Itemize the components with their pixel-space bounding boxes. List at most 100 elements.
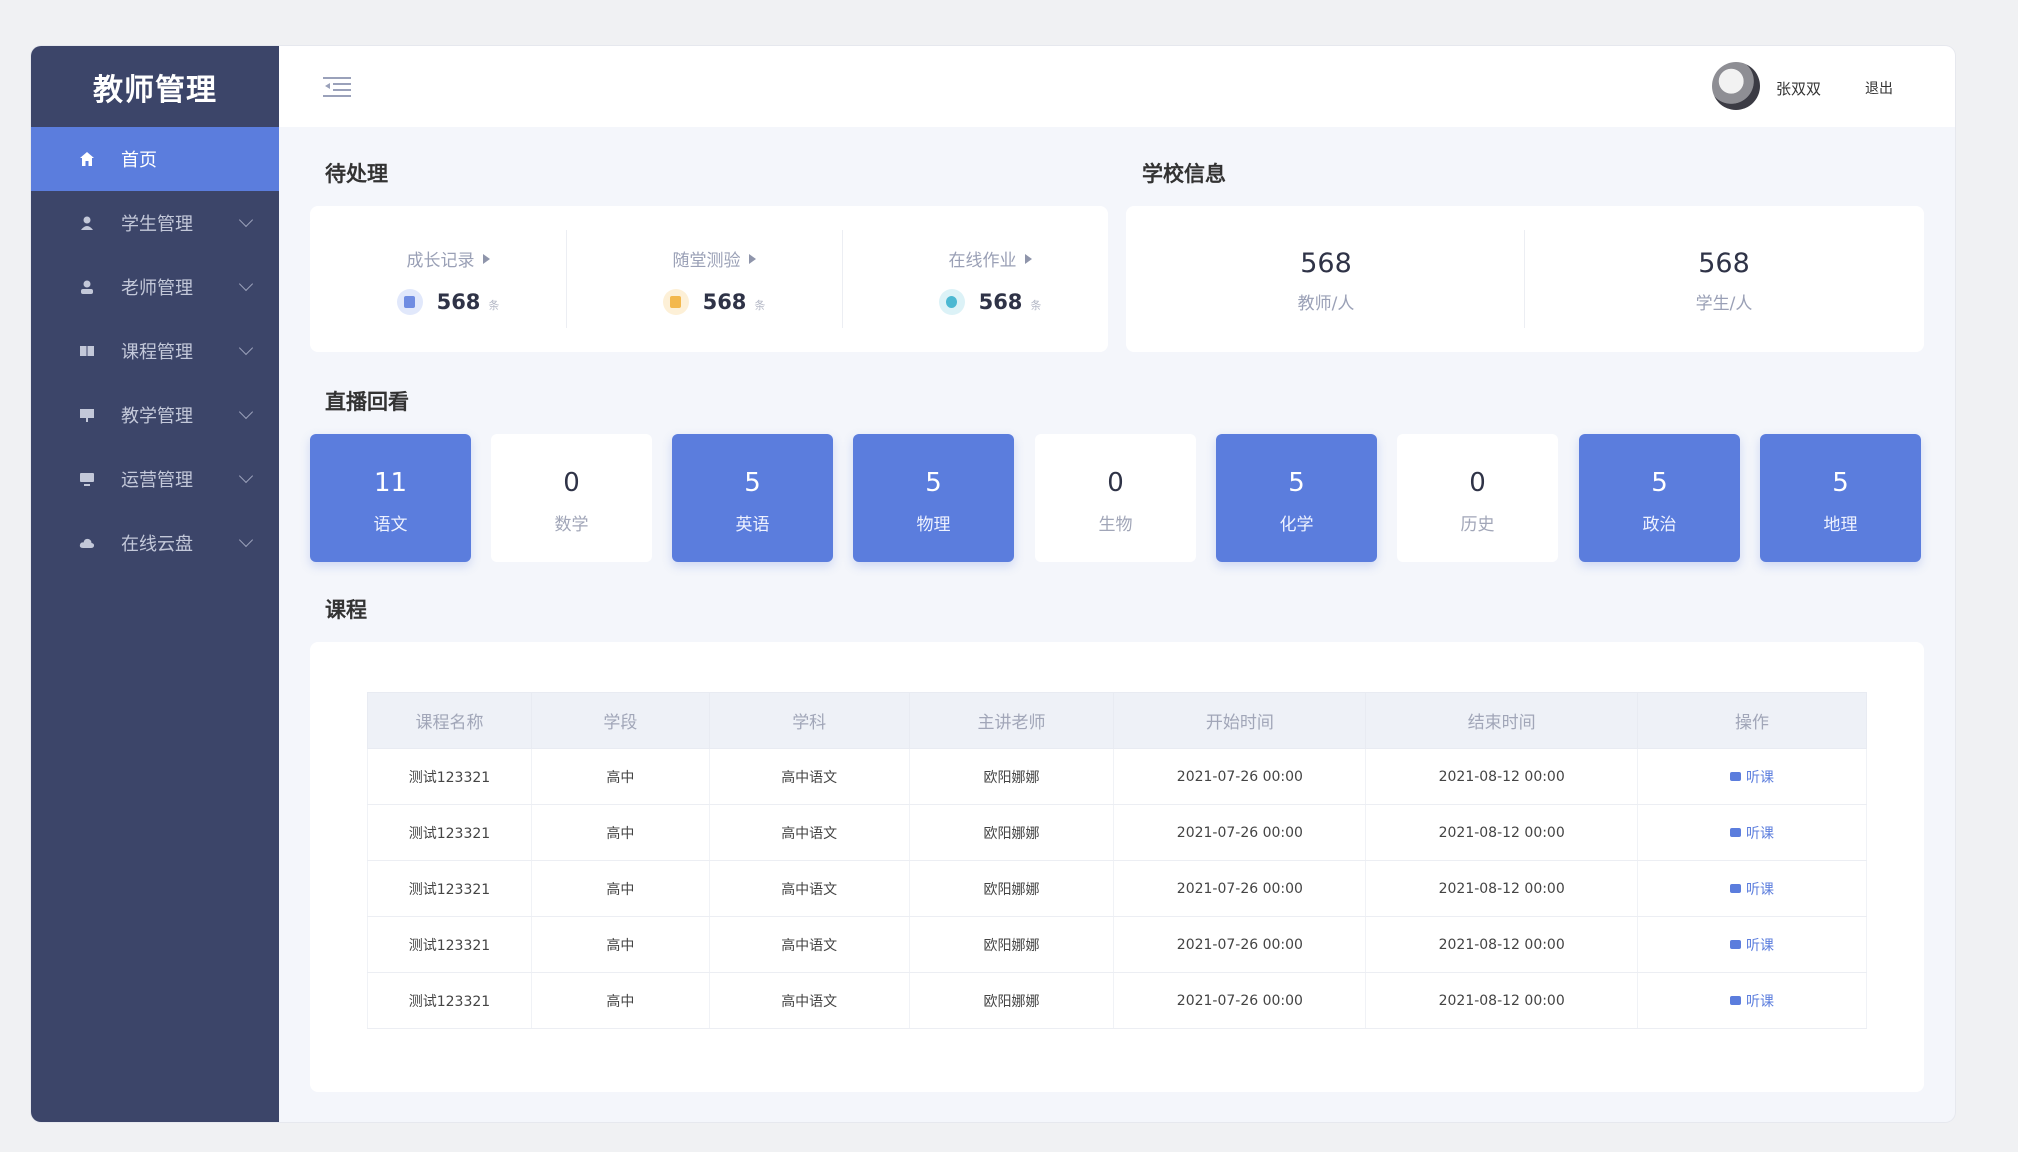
subject-label: 化学 — [1279, 515, 1314, 535]
record-icon — [396, 289, 423, 315]
pending-card: 成长记录 568 条 随堂测验 568 条 在线作业 568 条 — [310, 206, 1108, 352]
pending-label: 成长记录 — [406, 251, 475, 271]
table-cell: 高中 — [530, 972, 710, 1029]
sidebar-item-teaching[interactable]: 教学管理 — [31, 383, 279, 447]
subject-tile-english[interactable]: 5 英语 — [672, 434, 833, 562]
chevron-down-icon — [238, 212, 254, 228]
home-icon — [79, 151, 95, 167]
camera-icon — [1730, 884, 1742, 893]
table-cell: 欧阳娜娜 — [908, 804, 1115, 861]
subject-label: 英语 — [735, 515, 770, 535]
listen-button[interactable]: 听课 — [1730, 991, 1774, 1011]
table-cell: 2021-08-12 00:00 — [1365, 748, 1639, 805]
homework-icon — [938, 289, 965, 315]
pending-title: 待处理 — [325, 162, 388, 186]
app-title: 教师管理 — [93, 72, 217, 108]
subject-tile-chinese[interactable]: 11 语文 — [310, 434, 471, 562]
subject-tile-history[interactable]: 0 历史 — [1397, 434, 1558, 562]
app-window: 教师管理 首页 学生管理 老师管理 课程管理 教学管理 运营管理 在线云盘 张双… — [31, 46, 1955, 1122]
sidebar-item-label: 老师管理 — [121, 278, 193, 299]
sidebar-item-courses[interactable]: 课程管理 — [31, 319, 279, 383]
username[interactable]: 张双双 — [1776, 78, 1821, 99]
camera-icon — [1730, 996, 1742, 1005]
table-cell: 2021-08-12 00:00 — [1365, 804, 1639, 861]
table-cell: 听课 — [1637, 804, 1867, 861]
subject-count: 0 — [563, 468, 580, 498]
table-row: 测试123321 高中 高中语文 欧阳娜娜 2021-07-26 00:00 2… — [367, 804, 1867, 861]
listen-label: 听课 — [1746, 881, 1775, 898]
subject-label: 历史 — [1460, 515, 1495, 535]
table-cell: 欧阳娜娜 — [908, 748, 1115, 805]
table-header-row: 课程名称 学段 学科 主讲老师 开始时间 结束时间 操作 — [367, 692, 1867, 749]
sidebar-item-label: 学生管理 — [121, 214, 193, 235]
listen-button[interactable]: 听课 — [1730, 879, 1774, 899]
caret-right-icon — [748, 254, 756, 264]
subject-tile-geography[interactable]: 5 地理 — [1760, 434, 1921, 562]
subject-tile-politics[interactable]: 5 政治 — [1579, 434, 1740, 562]
subject-label: 物理 — [916, 515, 951, 535]
pending-label: 随堂测验 — [672, 251, 741, 271]
courses-title: 课程 — [325, 598, 367, 622]
listen-label: 听课 — [1746, 993, 1775, 1010]
divider — [566, 230, 567, 328]
sidebar-item-operations[interactable]: 运营管理 — [31, 447, 279, 511]
info-value: 568 — [1698, 248, 1750, 279]
sidebar-item-label: 在线云盘 — [121, 534, 193, 555]
sidebar-item-cloud[interactable]: 在线云盘 — [31, 511, 279, 575]
info-value: 568 — [1300, 248, 1352, 279]
book-icon — [79, 343, 95, 359]
table-cell: 听课 — [1637, 860, 1867, 917]
table-cell: 高中 — [530, 748, 710, 805]
cloud-icon — [79, 535, 95, 551]
subject-label: 生物 — [1098, 515, 1133, 535]
table-cell: 高中语文 — [708, 972, 910, 1029]
pending-unit: 条 — [754, 299, 766, 312]
listen-button[interactable]: 听课 — [1730, 935, 1774, 955]
chevron-down-icon — [238, 276, 254, 292]
chevron-down-icon — [238, 340, 254, 356]
subject-tile-biology[interactable]: 0 生物 — [1035, 434, 1196, 562]
subject-count: 5 — [744, 468, 761, 498]
sidebar-item-home[interactable]: 首页 — [31, 127, 279, 191]
listen-label: 听课 — [1746, 937, 1775, 954]
column-header: 开始时间 — [1113, 692, 1367, 749]
subject-count: 5 — [1832, 468, 1849, 498]
pending-unit: 条 — [488, 299, 500, 312]
courses-table: 课程名称 学段 学科 主讲老师 开始时间 结束时间 操作 测试123321 高中… — [367, 692, 1867, 1029]
table-cell: 测试123321 — [367, 748, 532, 805]
caret-right-icon — [1024, 254, 1032, 264]
listen-button[interactable]: 听课 — [1730, 823, 1774, 843]
table-cell: 测试123321 — [367, 972, 532, 1029]
sidebar-item-students[interactable]: 学生管理 — [31, 191, 279, 255]
column-header: 学科 — [708, 692, 910, 749]
table-cell: 高中语文 — [708, 748, 910, 805]
avatar[interactable] — [1712, 62, 1760, 110]
listen-button[interactable]: 听课 — [1730, 767, 1774, 787]
live-replay-title: 直播回看 — [325, 390, 409, 414]
column-header: 操作 — [1637, 692, 1867, 749]
subject-tile-math[interactable]: 0 数学 — [491, 434, 652, 562]
pending-count: 568 — [436, 290, 481, 314]
subject-count: 11 — [373, 468, 408, 498]
sidebar-item-teachers[interactable]: 老师管理 — [31, 255, 279, 319]
menu-collapse-icon[interactable] — [323, 75, 351, 99]
subject-count: 0 — [1469, 468, 1486, 498]
pending-growth-record[interactable]: 成长记录 568 条 — [310, 206, 586, 352]
table-cell: 高中 — [530, 804, 710, 861]
subject-tile-physics[interactable]: 5 物理 — [853, 434, 1014, 562]
pending-homework[interactable]: 在线作业 568 条 — [852, 206, 1128, 352]
table-cell: 2021-07-26 00:00 — [1113, 860, 1367, 917]
caret-right-icon — [482, 254, 490, 264]
quiz-icon — [662, 289, 689, 315]
pending-quiz[interactable]: 随堂测验 568 条 — [576, 206, 852, 352]
table-row: 测试123321 高中 高中语文 欧阳娜娜 2021-07-26 00:00 2… — [367, 916, 1867, 973]
sidebar-item-label: 教学管理 — [121, 406, 193, 427]
table-cell: 2021-08-12 00:00 — [1365, 916, 1639, 973]
table-row: 测试123321 高中 高中语文 欧阳娜娜 2021-07-26 00:00 2… — [367, 860, 1867, 917]
logout-button[interactable]: 退出 — [1865, 78, 1893, 98]
subject-count: 0 — [1107, 468, 1124, 498]
subject-tile-chemistry[interactable]: 5 化学 — [1216, 434, 1377, 562]
table-cell: 2021-08-12 00:00 — [1365, 972, 1639, 1029]
school-info-title: 学校信息 — [1142, 162, 1226, 186]
table-cell: 高中语文 — [708, 860, 910, 917]
